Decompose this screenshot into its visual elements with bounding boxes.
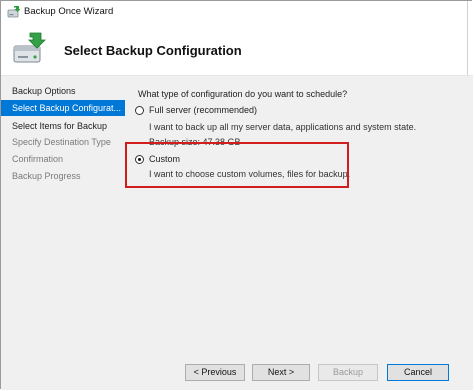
title-bar: Backup Once Wizard [1,1,473,24]
full-server-radio[interactable] [135,106,144,115]
next-button[interactable]: Next > [252,364,310,381]
main-content: What type of configuration do you want t… [125,76,473,390]
backup-drive-icon [13,32,46,63]
step-select-items-for-backup[interactable]: Select Items for Backup [1,118,125,134]
step-backup-progress: Backup Progress [12,171,81,181]
full-server-label: Full server (recommended) [149,105,258,115]
configuration-question: What type of configuration do you want t… [138,89,348,99]
backup-wizard-icon [7,6,21,18]
backup-button: Backup [318,364,378,381]
step-specify-destination-type: Specify Destination Type [12,137,111,147]
step-backup-options[interactable]: Backup Options [1,83,125,99]
step-confirmation: Confirmation [12,154,64,164]
wizard-steps-sidebar: Backup Options Select Backup Configurat.… [1,76,125,390]
page-title: Select Backup Configuration [64,43,242,58]
wizard-header: Select Backup Configuration [1,23,473,75]
previous-button[interactable]: < Previous [185,364,245,381]
step-select-backup-configuration[interactable]: Select Backup Configurat... [1,100,125,116]
window-title: Backup Once Wizard [24,6,114,17]
wizard-window: Backup Once Wizard Select Backup Configu… [0,0,473,390]
cancel-button[interactable]: Cancel [387,364,449,381]
full-server-description: I want to back up all my server data, ap… [149,122,417,132]
custom-option-highlight-box [125,142,349,188]
